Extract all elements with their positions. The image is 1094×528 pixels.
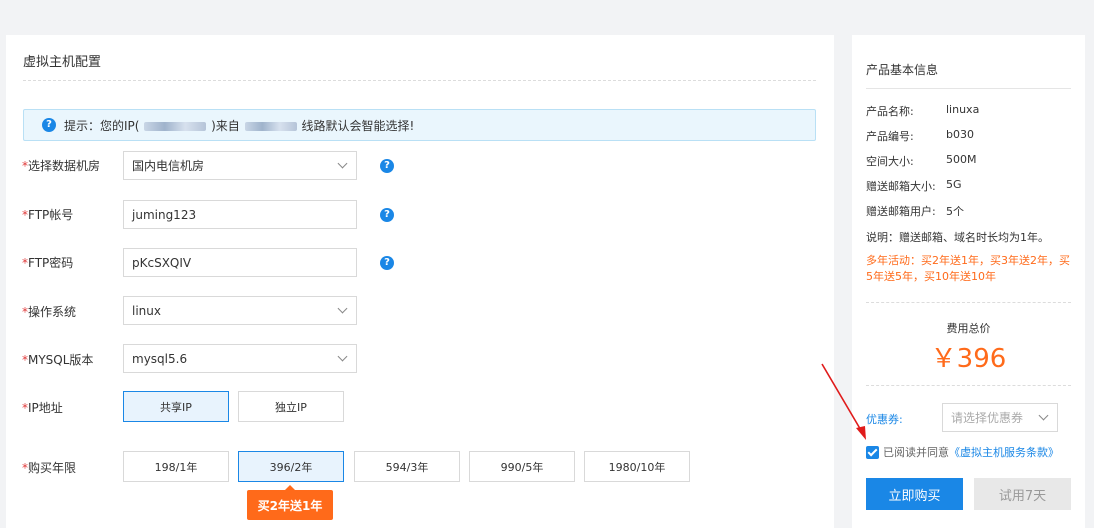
ftp-pass-input[interactable]: pKcSXQIV [123, 248, 357, 277]
datacenter-help-icon[interactable]: ? [380, 159, 394, 173]
mysql-label: *MYSQL版本 [22, 353, 94, 367]
total-price: ￥396 [930, 344, 1007, 374]
redacted-ip [144, 121, 207, 131]
term-option-2y[interactable]: 396/2年 [238, 451, 344, 482]
trial-button[interactable]: 试用7天 [974, 478, 1071, 510]
config-panel: 虚拟主机配置 ? 提示：您的IP( )来自 线路默认会智能选择! *选择数据机房… [6, 35, 834, 528]
buy-now-button[interactable]: 立即购买 [866, 478, 963, 510]
product-description: 说明：赠送邮箱、域名时长均为1年。 [866, 231, 1049, 244]
ftp-user-help-icon[interactable]: ? [380, 208, 394, 222]
term-option-10y[interactable]: 1980/10年 [584, 451, 690, 482]
ftp-user-label: *FTP帐号 [22, 208, 74, 222]
info-row: 空间大小: 500M [866, 153, 977, 168]
os-select[interactable]: linux [123, 296, 357, 325]
tip-prefix: 提示：您的IP( [64, 118, 140, 133]
redacted-location [244, 121, 297, 131]
tip-suffix: 线路默认会智能选择! [301, 118, 415, 133]
datacenter-label: *选择数据机房 [22, 159, 101, 173]
total-label: 费用总价 [946, 322, 991, 335]
config-title: 虚拟主机配置 [23, 55, 102, 70]
product-info-title: 产品基本信息 [866, 63, 939, 77]
info-row: 赠送邮箱大小: 5G [866, 178, 962, 193]
price-divider [866, 302, 1071, 303]
term-option-1y[interactable]: 198/1年 [123, 451, 229, 482]
promo-tag: 买2年送1年 [247, 485, 333, 520]
info-row: 产品编号: b030 [866, 128, 974, 143]
coupon-label: 优惠券: [866, 413, 903, 426]
ip-label: *IP地址 [22, 401, 63, 415]
tip-text: 提示：您的IP( )来自 线路默认会智能选择! [64, 117, 414, 134]
chevron-down-icon [337, 158, 348, 169]
ftp-pass-help-icon[interactable]: ? [380, 256, 394, 270]
coupon-divider [866, 385, 1071, 386]
chevron-down-icon [1038, 410, 1049, 421]
tip-middle: )来自 [211, 118, 240, 133]
coupon-select[interactable]: 请选择优惠券 [942, 403, 1058, 432]
term-option-3y[interactable]: 594/3年 [354, 451, 460, 482]
chevron-down-icon [337, 351, 348, 362]
mysql-select[interactable]: mysql5.6 [123, 344, 357, 373]
terms-link[interactable]: 《虚拟主机服务条款》 [949, 444, 1059, 460]
ftp-pass-label: *FTP密码 [22, 256, 74, 270]
info-row: 赠送邮箱用户: 5个 [866, 205, 964, 218]
term-option-5y[interactable]: 990/5年 [469, 451, 575, 482]
agree-terms: 已阅读并同意 《虚拟主机服务条款》 [866, 444, 1059, 460]
os-label: *操作系统 [22, 305, 77, 319]
ip-tip-box: ? 提示：您的IP( )来自 线路默认会智能选择! [23, 109, 816, 141]
ip-option-shared[interactable]: 共享IP [123, 391, 229, 422]
config-divider [23, 80, 816, 81]
help-icon: ? [42, 118, 56, 132]
product-info-divider [866, 88, 1071, 89]
chevron-down-icon [337, 303, 348, 314]
multi-year-promo: 多年活动：买2年送1年，买3年送2年，买5年送5年，买10年送10年 [866, 254, 1070, 283]
term-label: *购买年限 [22, 461, 77, 475]
datacenter-select[interactable]: 国内电信机房 [123, 151, 357, 180]
ip-option-dedicated[interactable]: 独立IP [238, 391, 344, 422]
info-row: 产品名称: linuxa [866, 103, 980, 118]
product-info-panel: 产品基本信息 产品名称: linuxa 产品编号: b030 空间大小: 500M 赠… [852, 35, 1085, 528]
agree-checkbox[interactable] [866, 445, 879, 459]
ftp-user-input[interactable]: juming123 [123, 200, 357, 229]
